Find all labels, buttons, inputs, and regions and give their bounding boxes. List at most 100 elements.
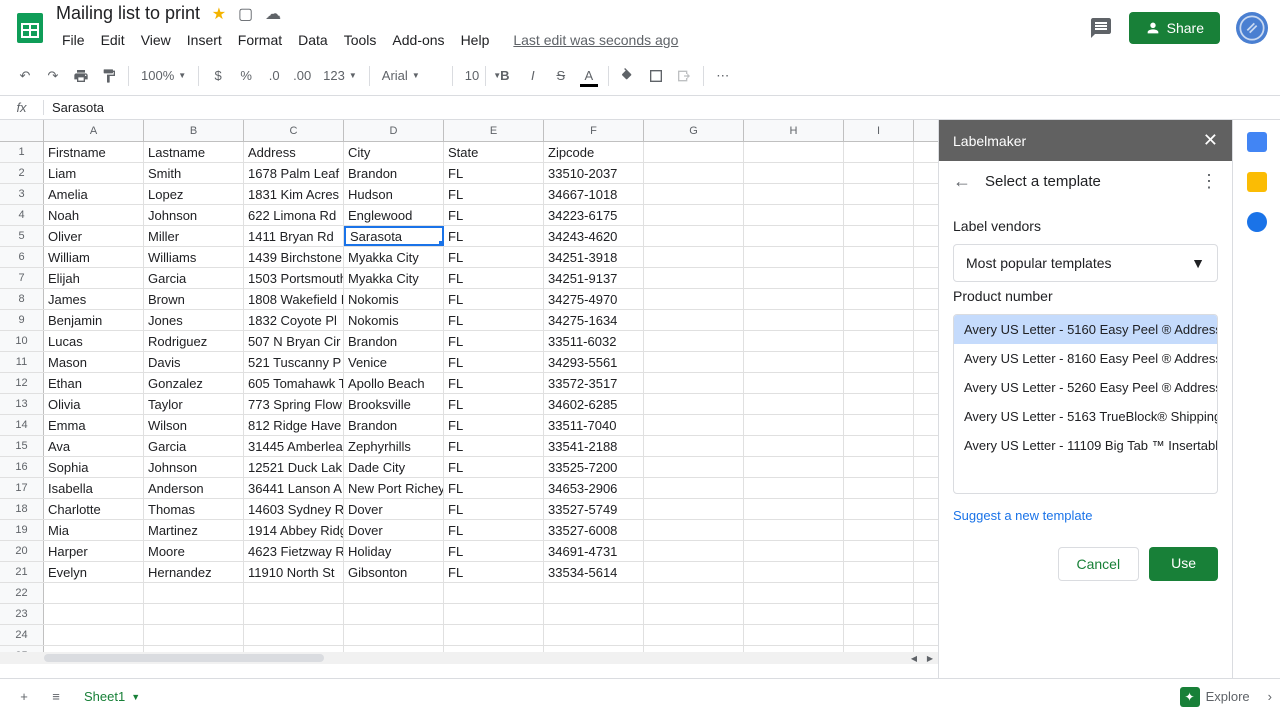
cell[interactable] <box>644 394 744 414</box>
italic-button[interactable]: I <box>520 63 546 89</box>
cell[interactable]: Johnson <box>144 205 244 225</box>
cell[interactable]: Venice <box>344 352 444 372</box>
cell[interactable] <box>244 604 344 624</box>
cell[interactable] <box>644 457 744 477</box>
borders-button[interactable] <box>643 63 669 89</box>
cell[interactable]: Thomas <box>144 499 244 519</box>
cell[interactable] <box>644 625 744 645</box>
cell[interactable]: 34691-4731 <box>544 541 644 561</box>
cell[interactable] <box>844 604 914 624</box>
cell[interactable] <box>844 289 914 309</box>
cell[interactable]: FL <box>444 226 544 246</box>
cell[interactable]: FL <box>444 352 544 372</box>
cell[interactable]: 507 N Bryan Cir <box>244 331 344 351</box>
add-sheet-button[interactable]: + <box>8 681 40 713</box>
cell[interactable]: 34275-4970 <box>544 289 644 309</box>
cell[interactable]: Holiday <box>344 541 444 561</box>
cell[interactable]: Mia <box>44 520 144 540</box>
cell[interactable]: Apollo Beach <box>344 373 444 393</box>
row-header[interactable]: 5 <box>0 226 44 246</box>
cell[interactable]: Brown <box>144 289 244 309</box>
row-header[interactable]: 11 <box>0 352 44 372</box>
cell[interactable]: 521 Tuscanny P <box>244 352 344 372</box>
cell[interactable] <box>644 310 744 330</box>
number-format-dropdown[interactable]: 123▼ <box>317 63 363 89</box>
sheet-tab[interactable]: Sheet1 ▼ <box>72 681 153 713</box>
row-header[interactable]: 7 <box>0 268 44 288</box>
col-header-C[interactable]: C <box>244 120 344 141</box>
col-header-B[interactable]: B <box>144 120 244 141</box>
cell[interactable] <box>844 142 914 162</box>
cell[interactable]: 605 Tomahawk T <box>244 373 344 393</box>
cell[interactable] <box>844 478 914 498</box>
row-header[interactable]: 10 <box>0 331 44 351</box>
cell[interactable] <box>744 562 844 582</box>
cell[interactable]: Moore <box>144 541 244 561</box>
row-header[interactable]: 9 <box>0 310 44 330</box>
scroll-right-icon[interactable]: ▶ <box>922 652 938 664</box>
cell[interactable]: Brandon <box>344 163 444 183</box>
cell[interactable] <box>444 583 544 603</box>
cell[interactable]: Englewood <box>344 205 444 225</box>
cell[interactable] <box>644 289 744 309</box>
cell[interactable]: FL <box>444 541 544 561</box>
cell[interactable] <box>844 310 914 330</box>
cell[interactable]: 1808 Wakefield I <box>244 289 344 309</box>
cell[interactable]: FL <box>444 415 544 435</box>
row-header[interactable]: 12 <box>0 373 44 393</box>
cell[interactable]: Lucas <box>44 331 144 351</box>
comments-icon[interactable] <box>1089 16 1113 40</box>
cell[interactable]: Zipcode <box>544 142 644 162</box>
row-header[interactable]: 15 <box>0 436 44 456</box>
cell[interactable] <box>844 394 914 414</box>
cell[interactable] <box>844 163 914 183</box>
cell[interactable]: Wilson <box>144 415 244 435</box>
row-header[interactable]: 4 <box>0 205 44 225</box>
cell[interactable]: Firstname <box>44 142 144 162</box>
cell[interactable] <box>844 268 914 288</box>
cell[interactable]: Williams <box>144 247 244 267</box>
row-header[interactable]: 18 <box>0 499 44 519</box>
menu-tools[interactable]: Tools <box>338 30 383 50</box>
cell[interactable]: Evelyn <box>44 562 144 582</box>
cell[interactable]: Hernandez <box>144 562 244 582</box>
select-all-corner[interactable] <box>0 120 44 141</box>
currency-button[interactable]: $ <box>205 63 231 89</box>
cell[interactable]: 34251-9137 <box>544 268 644 288</box>
cell[interactable] <box>844 625 914 645</box>
cell[interactable]: Address <box>244 142 344 162</box>
cell[interactable] <box>544 583 644 603</box>
cell[interactable]: State <box>444 142 544 162</box>
calendar-icon[interactable] <box>1247 132 1267 152</box>
cell[interactable] <box>544 604 644 624</box>
cell[interactable]: Garcia <box>144 436 244 456</box>
row-header[interactable]: 3 <box>0 184 44 204</box>
keep-icon[interactable] <box>1247 172 1267 192</box>
col-header-H[interactable]: H <box>744 120 844 141</box>
cell[interactable]: Martinez <box>144 520 244 540</box>
print-button[interactable] <box>68 63 94 89</box>
cell[interactable]: 1678 Palm Leaf <box>244 163 344 183</box>
more-button[interactable]: ⋯ <box>710 63 736 89</box>
cell[interactable]: 33525-7200 <box>544 457 644 477</box>
cell[interactable]: 34251-3918 <box>544 247 644 267</box>
col-header-A[interactable]: A <box>44 120 144 141</box>
cell[interactable] <box>744 436 844 456</box>
cell[interactable]: Liam <box>44 163 144 183</box>
bold-button[interactable]: B <box>492 63 518 89</box>
cell[interactable]: Sophia <box>44 457 144 477</box>
cell[interactable] <box>44 625 144 645</box>
cell[interactable]: Davis <box>144 352 244 372</box>
cell[interactable] <box>644 184 744 204</box>
cell[interactable] <box>744 499 844 519</box>
cell[interactable]: Myakka City <box>344 247 444 267</box>
explore-icon[interactable]: ✦ <box>1180 687 1200 707</box>
cell[interactable] <box>844 205 914 225</box>
formula-input[interactable]: Sarasota <box>44 100 1280 115</box>
chevron-down-icon[interactable]: ▼ <box>131 692 140 702</box>
row-header[interactable]: 13 <box>0 394 44 414</box>
cell[interactable]: 11910 North St <box>244 562 344 582</box>
cell[interactable] <box>544 625 644 645</box>
cell[interactable]: 1914 Abbey Ridg <box>244 520 344 540</box>
strikethrough-button[interactable]: S <box>548 63 574 89</box>
